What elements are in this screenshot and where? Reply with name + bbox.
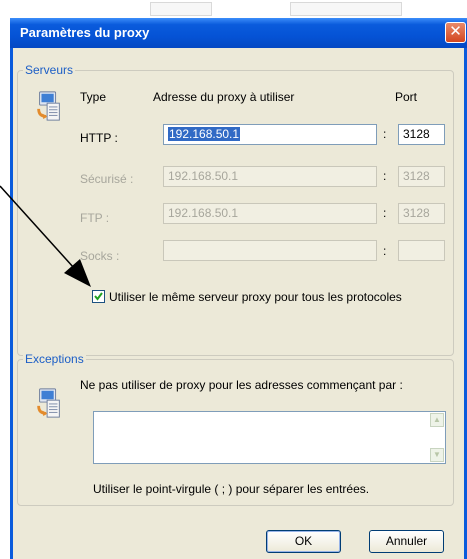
socks-port-input[interactable]: [398, 240, 445, 261]
column-address-header: Adresse du proxy à utiliser: [153, 90, 295, 104]
scroll-up-button[interactable]: ▲: [430, 413, 444, 427]
arrow-annotation: [0, 185, 91, 287]
http-port-input[interactable]: 3128: [398, 124, 445, 145]
ftp-port-input[interactable]: 3128: [398, 203, 445, 224]
http-address-value: 192.168.50.1: [168, 127, 241, 141]
same-server-label[interactable]: Utiliser le même serveur proxy pour tous…: [109, 290, 402, 304]
close-button[interactable]: ✕: [445, 22, 466, 43]
http-separator: :: [383, 127, 387, 141]
secure-port-input[interactable]: 3128: [398, 166, 445, 187]
secure-separator: :: [383, 169, 387, 183]
scroll-down-button[interactable]: ▼: [430, 448, 444, 462]
exceptions-legend: Exceptions: [23, 352, 86, 366]
network-computer-icon: [37, 388, 60, 418]
cancel-button[interactable]: Annuler: [369, 530, 444, 553]
ok-button[interactable]: OK: [266, 530, 341, 553]
socks-separator: :: [383, 244, 387, 258]
http-address-input[interactable]: 192.168.50.1: [163, 124, 377, 145]
column-port-header: Port: [395, 90, 418, 104]
secure-address-input[interactable]: 192.168.50.1: [163, 166, 377, 187]
ftp-address-input[interactable]: 192.168.50.1: [163, 203, 377, 224]
socks-address-input[interactable]: [163, 240, 377, 261]
exceptions-hint: Utiliser le point-virgule ( ; ) pour sép…: [93, 482, 370, 496]
exceptions-textarea[interactable]: ▲ ▼: [93, 411, 446, 464]
exceptions-description: Ne pas utiliser de proxy pour les adress…: [80, 378, 403, 392]
ftp-separator: :: [383, 206, 387, 220]
